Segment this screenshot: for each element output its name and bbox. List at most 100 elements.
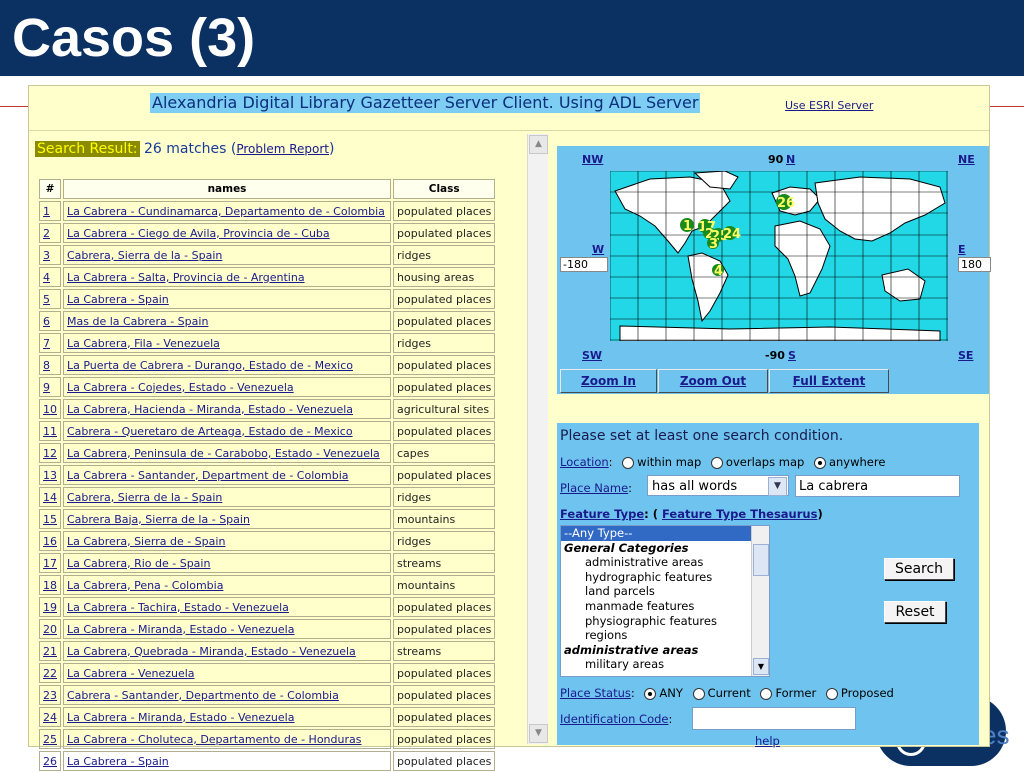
place-name-mode-select[interactable]: has all words ▼: [647, 475, 789, 496]
full-extent-button[interactable]: Full Extent: [769, 369, 889, 393]
result-number-link[interactable]: 5: [43, 293, 50, 306]
result-number-link[interactable]: 2: [43, 227, 50, 240]
zoom-out-button[interactable]: Zoom Out: [658, 369, 768, 393]
list-item[interactable]: administrative areas: [561, 643, 769, 658]
result-number-link[interactable]: 12: [43, 447, 57, 460]
scroll-down-icon[interactable]: ▼: [529, 724, 548, 743]
result-name-link[interactable]: La Cabrera - Santander, Department de - …: [67, 469, 349, 482]
place-name-input[interactable]: La cabrera: [795, 475, 960, 497]
result-number-link[interactable]: 15: [43, 513, 57, 526]
result-name-link[interactable]: La Cabrera, Fila - Venezuela: [67, 337, 220, 350]
result-name-link[interactable]: La Puerta de Cabrera - Durango, Estado d…: [67, 359, 353, 372]
result-number-link[interactable]: 20: [43, 623, 57, 636]
result-name-link[interactable]: La Cabrera - Choluteca, Departamento de …: [67, 733, 361, 746]
result-name-link[interactable]: La Cabrera - Spain: [67, 293, 169, 306]
radio-status-proposed[interactable]: [825, 687, 838, 700]
result-name-link[interactable]: Cabrera Baja, Sierra de la - Spain: [67, 513, 250, 526]
result-number-link[interactable]: 13: [43, 469, 57, 482]
west-coordinate-field[interactable]: -180: [560, 257, 608, 272]
result-number-link[interactable]: 11: [43, 425, 57, 438]
pan-west-link[interactable]: W: [592, 243, 604, 256]
result-name-link[interactable]: La Cabrera - Tachira, Estado - Venezuela: [67, 601, 289, 614]
reset-button[interactable]: Reset: [884, 601, 946, 623]
pan-north-link[interactable]: N: [786, 153, 795, 166]
pan-northwest-link[interactable]: NW: [582, 153, 603, 166]
list-item[interactable]: military areas: [561, 657, 769, 672]
pan-southwest-link[interactable]: SW: [582, 349, 602, 362]
listbox-scrollbar[interactable]: ▼: [751, 526, 769, 676]
feature-type-help-link[interactable]: Feature Type: [560, 507, 644, 521]
result-name-link[interactable]: La Cabrera - Ciego de Avila, Provincia d…: [67, 227, 330, 240]
result-number-link[interactable]: 24: [43, 711, 57, 724]
result-number-link[interactable]: 14: [43, 491, 57, 504]
result-name-link[interactable]: La Cabrera, Rio de - Spain: [67, 557, 210, 570]
radio-status-current[interactable]: [692, 687, 705, 700]
scroll-up-icon[interactable]: ▲: [529, 135, 548, 154]
list-item[interactable]: hydrographic features: [561, 570, 769, 585]
result-name-link[interactable]: La Cabrera - Cojedes, Estado - Venezuela: [67, 381, 294, 394]
result-name-link[interactable]: La Cabrera, Pena - Colombia: [67, 579, 223, 592]
result-name-link[interactable]: La Cabrera, Peninsula de - Carabobo, Est…: [67, 447, 380, 460]
list-item[interactable]: --Any Type--: [561, 526, 769, 541]
use-esri-server-link[interactable]: Use ESRI Server: [785, 99, 873, 112]
list-item[interactable]: physiographic features: [561, 614, 769, 629]
zoom-in-button[interactable]: Zoom In: [560, 369, 657, 393]
location-help-link[interactable]: Location: [560, 455, 609, 469]
result-name-link[interactable]: Cabrera, Sierra de la - Spain: [67, 491, 222, 504]
chevron-down-icon[interactable]: ▼: [768, 477, 787, 496]
radio-anywhere[interactable]: [813, 456, 826, 469]
result-name-link[interactable]: Cabrera, Sierra de la - Spain: [67, 249, 222, 262]
results-scrollbar[interactable]: ▲ ▼: [527, 134, 548, 744]
east-coordinate-field[interactable]: 180: [958, 257, 991, 272]
result-number-link[interactable]: 6: [43, 315, 50, 328]
result-name-link[interactable]: La Cabrera, Sierra de - Spain: [67, 535, 225, 548]
result-number-link[interactable]: 9: [43, 381, 50, 394]
world-map[interactable]: 26 1 17 2 25 24 3 4: [610, 171, 948, 341]
identification-code-help-link[interactable]: Identification Code: [560, 712, 669, 726]
result-number-link[interactable]: 21: [43, 645, 57, 658]
result-number-link[interactable]: 22: [43, 667, 57, 680]
result-number-link[interactable]: 18: [43, 579, 57, 592]
feature-type-listbox[interactable]: --Any Type-- General Categories administ…: [560, 525, 770, 677]
pan-northeast-link[interactable]: NE: [958, 153, 975, 166]
result-name-link[interactable]: La Cabrera, Quebrada - Miranda, Estado -…: [67, 645, 356, 658]
result-name-link[interactable]: Mas de la Cabrera - Spain: [67, 315, 208, 328]
radio-within-map[interactable]: [622, 456, 635, 469]
list-item[interactable]: land parcels: [561, 584, 769, 599]
list-item[interactable]: administrative areas: [561, 555, 769, 570]
radio-status-former[interactable]: [760, 687, 773, 700]
help-link[interactable]: help: [755, 734, 780, 748]
result-number-link[interactable]: 4: [43, 271, 50, 284]
result-number-link[interactable]: 7: [43, 337, 50, 350]
pan-south-link[interactable]: S: [788, 349, 796, 362]
result-number-link[interactable]: 1: [43, 205, 50, 218]
result-number-link[interactable]: 3: [43, 249, 50, 262]
result-number-link[interactable]: 10: [43, 403, 57, 416]
result-name-link[interactable]: La Cabrera - Spain: [67, 755, 169, 768]
list-item[interactable]: regions: [561, 628, 769, 643]
radio-overlaps-map[interactable]: [710, 456, 723, 469]
result-number-link[interactable]: 26: [43, 755, 57, 768]
result-name-link[interactable]: La Cabrera - Miranda, Estado - Venezuela: [67, 623, 294, 636]
problem-report-link[interactable]: Problem Report: [236, 142, 329, 156]
result-name-link[interactable]: La Cabrera - Miranda, Estado - Venezuela: [67, 711, 294, 724]
scroll-thumb[interactable]: [753, 544, 769, 576]
pan-southeast-link[interactable]: SE: [958, 349, 973, 362]
result-number-link[interactable]: 23: [43, 689, 57, 702]
list-item[interactable]: General Categories: [561, 541, 769, 556]
feature-type-thesaurus-link[interactable]: Feature Type Thesaurus: [662, 507, 817, 521]
result-number-link[interactable]: 8: [43, 359, 50, 372]
result-number-link[interactable]: 19: [43, 601, 57, 614]
radio-status-any[interactable]: [644, 687, 657, 700]
identification-code-input[interactable]: [692, 707, 856, 730]
result-name-link[interactable]: Cabrera - Santander, Departmento de - Co…: [67, 689, 339, 702]
result-name-link[interactable]: La Cabrera - Salta, Provincia de - Argen…: [67, 271, 305, 284]
place-status-help-link[interactable]: Place Status: [560, 686, 631, 700]
result-name-link[interactable]: La Cabrera - Venezuela: [67, 667, 195, 680]
search-button[interactable]: Search: [884, 558, 954, 580]
pan-east-link[interactable]: E: [958, 243, 966, 256]
result-name-link[interactable]: Cabrera - Queretaro de Arteaga, Estado d…: [67, 425, 353, 438]
result-name-link[interactable]: La Cabrera - Cundinamarca, Departamento …: [67, 205, 385, 218]
result-number-link[interactable]: 16: [43, 535, 57, 548]
place-name-help-link[interactable]: Place Name: [560, 481, 628, 495]
